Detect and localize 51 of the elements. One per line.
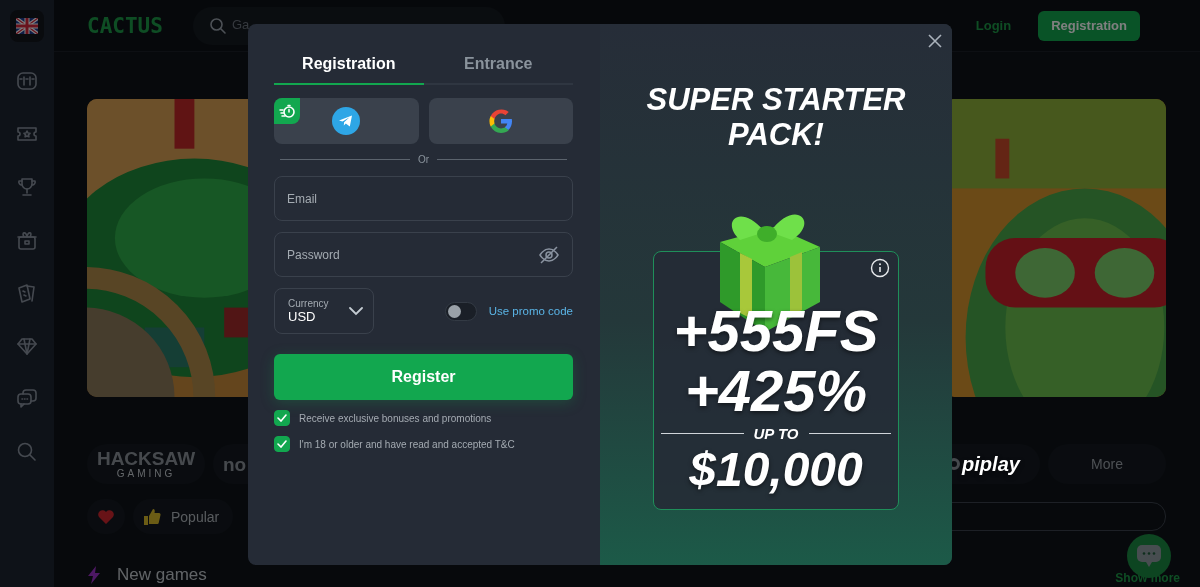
stopwatch-icon	[279, 103, 295, 119]
google-button[interactable]	[428, 98, 573, 144]
currency-select[interactable]: Currency USD	[274, 288, 374, 334]
consent-label: Receive exclusive bonuses and promotions	[299, 412, 492, 424]
promo-code-link[interactable]: Use promo code	[488, 305, 573, 317]
logo[interactable]: CACTUS	[87, 13, 175, 38]
telegram-icon	[332, 107, 361, 135]
login-link[interactable]: Login	[975, 18, 1012, 33]
check-icon	[277, 440, 287, 448]
search-icon[interactable]	[16, 440, 38, 463]
telegram-button[interactable]	[274, 98, 419, 144]
check-icon	[277, 414, 287, 422]
up-to-label: UP TO	[753, 425, 799, 442]
heart-icon	[97, 508, 115, 525]
register-button[interactable]: Register	[274, 354, 573, 400]
language-button[interactable]	[10, 10, 44, 42]
chat-icon	[1136, 544, 1162, 568]
currency-label: Currency	[288, 298, 329, 309]
chat-icon[interactable]	[16, 387, 38, 410]
divider-label: Or	[417, 154, 430, 165]
favorites-button[interactable]	[87, 499, 125, 534]
more-button[interactable]: More	[1048, 444, 1166, 484]
chevron-down-icon	[349, 306, 363, 316]
offer-title: SUPER STARTER PACK!	[645, 82, 907, 152]
password-field[interactable]: Password	[274, 232, 573, 277]
lightning-icon	[87, 566, 101, 584]
trophy-icon[interactable]	[16, 175, 38, 198]
checkbox[interactable]	[274, 436, 290, 452]
max-amount: $10,000	[689, 442, 863, 498]
info-icon[interactable]	[870, 258, 890, 278]
cards-icon[interactable]	[16, 281, 38, 304]
tab[interactable]: Registration	[274, 55, 424, 85]
tab[interactable]: Entrance	[423, 55, 573, 85]
bonus-amount: +555FS	[673, 301, 879, 361]
section-title: New games	[117, 565, 207, 585]
bonus-amount: +425%	[684, 361, 868, 421]
flag-icon	[16, 18, 38, 34]
promo-code-toggle[interactable]	[444, 301, 477, 321]
thumbs-up-icon	[143, 507, 161, 526]
registration-button[interactable]: Registration	[1038, 10, 1140, 41]
eye-slash-icon[interactable]	[538, 243, 560, 266]
popular-button[interactable]: Popular	[133, 499, 234, 534]
consent-label: I'm 18 or older and have read and accepted T&C	[299, 438, 515, 450]
email-field[interactable]: Email	[274, 176, 573, 221]
search-icon	[209, 16, 227, 35]
provider-logo[interactable]: HACKSAW GAMING	[87, 444, 205, 484]
close-icon[interactable]	[928, 34, 942, 48]
google-icon	[487, 108, 514, 134]
checkbox[interactable]	[274, 410, 290, 426]
slot-machine-icon[interactable]	[16, 69, 38, 92]
currency-value: USD	[288, 309, 317, 324]
